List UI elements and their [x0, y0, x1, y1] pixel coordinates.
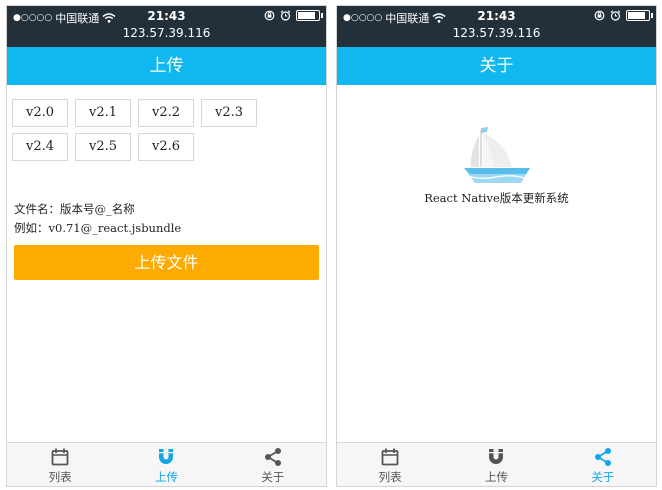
- calendar-icon: [381, 448, 399, 466]
- version-button[interactable]: v2.5: [75, 133, 131, 161]
- sailboat-logo: [337, 127, 656, 185]
- upload-content: v2.0 v2.1 v2.2 v2.3 v2.4 v2.5 v2.6 文件名：版…: [7, 85, 326, 442]
- tab-upload[interactable]: 上传: [113, 443, 219, 486]
- tab-label: 关于: [261, 470, 285, 484]
- version-button[interactable]: v2.6: [138, 133, 194, 161]
- battery-icon: [296, 10, 323, 21]
- tab-label: 关于: [591, 470, 615, 484]
- nav-bar-title: 上传: [7, 47, 326, 85]
- rotation-lock-icon: [594, 10, 605, 21]
- status-bar: ●○○○○ 中国联通 21:43 123.57.39.116: [7, 6, 326, 47]
- about-screen: ●○○○○ 中国联通 21:43 123.57.39.116 关于 React …: [336, 5, 657, 487]
- tab-upload[interactable]: 上传: [443, 443, 549, 486]
- tab-about[interactable]: 关于: [220, 443, 326, 486]
- version-list: v2.0 v2.1 v2.2 v2.3 v2.4 v2.5 v2.6: [12, 99, 322, 167]
- tab-bar: 列表 上传 关于: [337, 442, 656, 486]
- tab-label: 列表: [378, 470, 402, 484]
- magnet-icon: [159, 449, 174, 464]
- tab-about[interactable]: 关于: [550, 443, 656, 486]
- battery-icon: [626, 10, 653, 21]
- tab-list[interactable]: 列表: [337, 443, 443, 486]
- status-icons: [594, 10, 653, 21]
- upload-file-button[interactable]: 上传文件: [14, 245, 319, 280]
- version-button[interactable]: v2.1: [75, 99, 131, 127]
- ip-address: 123.57.39.116: [452, 26, 541, 40]
- version-button[interactable]: v2.2: [138, 99, 194, 127]
- filename-format-hint: 文件名：版本号@_名称: [14, 202, 135, 216]
- magnet-icon: [489, 449, 504, 464]
- upload-screen: ●○○○○ 中国联通 21:43 123.57.39.116 上传 v2.0 v…: [6, 5, 327, 487]
- sailboat-icon: [463, 127, 530, 183]
- calendar-icon: [51, 448, 69, 466]
- version-button[interactable]: v2.4: [12, 133, 68, 161]
- tab-label: 上传: [154, 470, 178, 484]
- share-icon: [594, 448, 611, 466]
- rotation-lock-icon: [264, 10, 275, 21]
- alarm-icon: [280, 10, 291, 21]
- tab-bar: 列表 上传 关于: [7, 442, 326, 486]
- battery-fill: [628, 12, 645, 19]
- version-button[interactable]: v2.3: [201, 99, 257, 127]
- filename-example-hint: 例如：v0.71@_react.jsbundle: [14, 221, 182, 235]
- about-content: React Native版本更新系统: [337, 85, 656, 442]
- tab-label: 列表: [48, 470, 72, 484]
- battery-fill: [298, 12, 315, 19]
- ip-address: 123.57.39.116: [122, 26, 211, 40]
- tab-list[interactable]: 列表: [7, 443, 113, 486]
- version-button[interactable]: v2.0: [12, 99, 68, 127]
- about-description: React Native版本更新系统: [424, 191, 569, 205]
- tab-label: 上传: [484, 470, 508, 484]
- status-bar: ●○○○○ 中国联通 21:43 123.57.39.116: [337, 6, 656, 47]
- status-icons: [264, 10, 323, 21]
- alarm-icon: [610, 10, 621, 21]
- nav-bar-title: 关于: [337, 47, 656, 85]
- share-icon: [264, 448, 281, 466]
